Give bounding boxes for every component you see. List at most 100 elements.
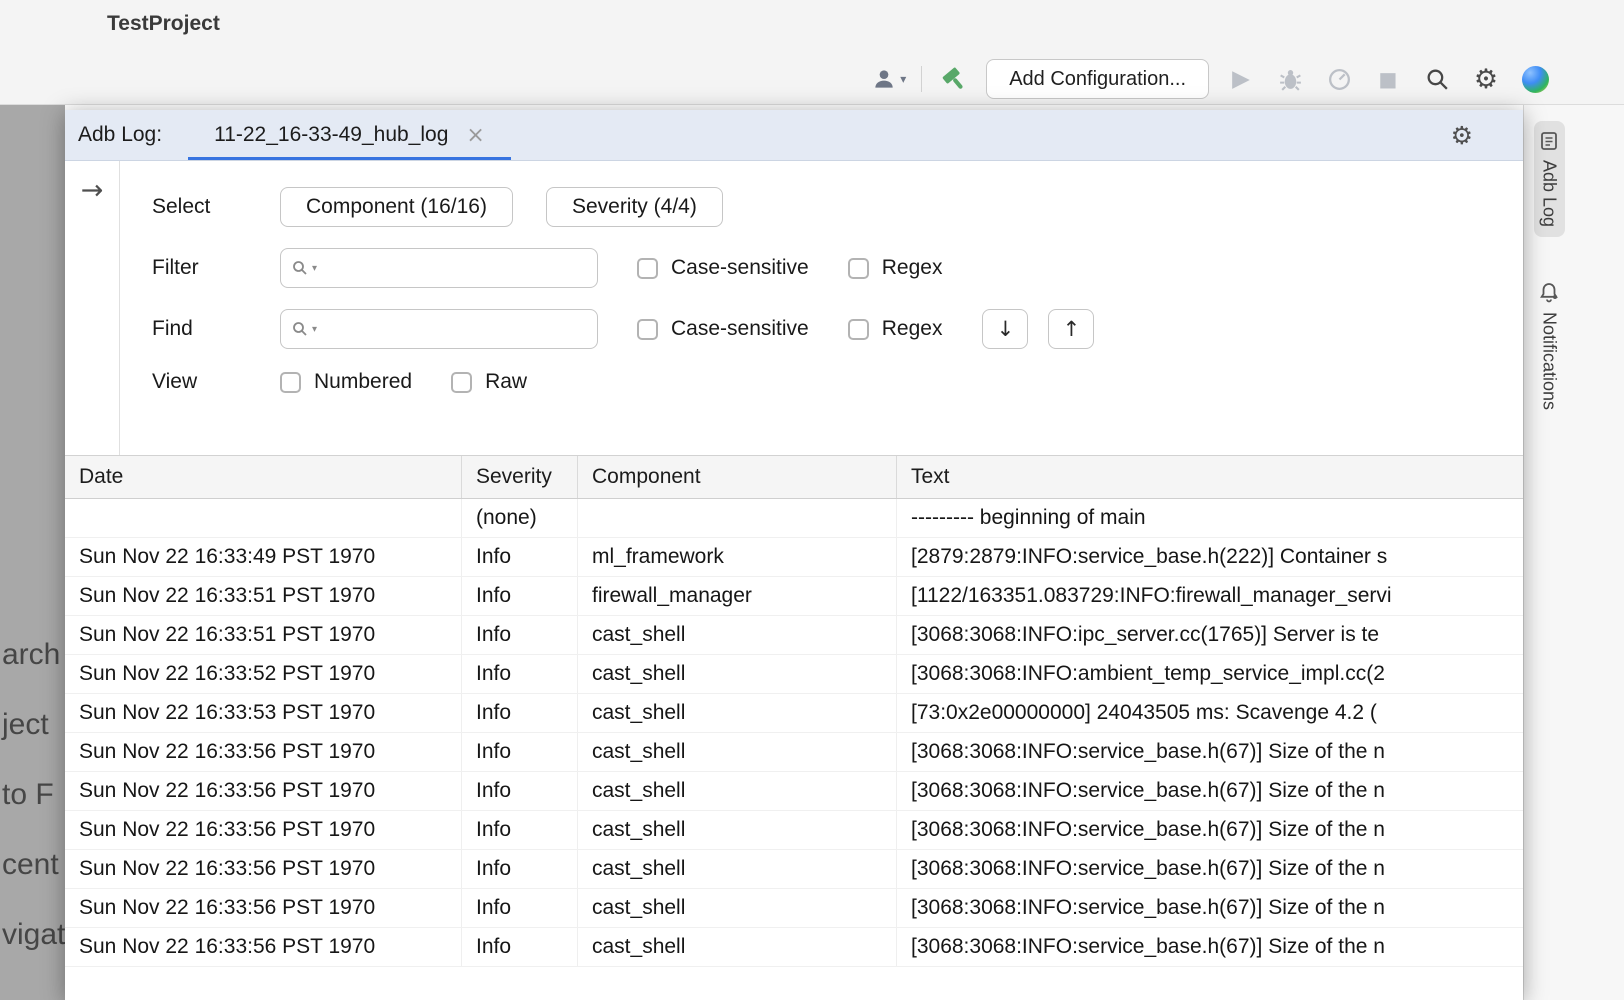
search-everywhere-button[interactable] bbox=[1420, 61, 1454, 97]
log-date-cell bbox=[65, 499, 462, 537]
log-row[interactable]: Sun Nov 22 16:33:49 PST 1970 Info ml_fra… bbox=[65, 538, 1523, 577]
find-label: Find bbox=[152, 317, 280, 341]
find-input[interactable] bbox=[320, 318, 587, 341]
log-text-cell: [3068:3068:INFO:service_base.h(67)] Size… bbox=[897, 733, 1523, 771]
log-row[interactable]: (none) --------- beginning of main bbox=[65, 499, 1523, 538]
column-header-date[interactable]: Date bbox=[65, 456, 462, 498]
background-text-fragment: vigat bbox=[2, 918, 65, 952]
filter-regex-group: Regex bbox=[848, 256, 943, 280]
right-toolwindow-bar: Adb Log Notifications bbox=[1523, 105, 1624, 1000]
filter-regex-checkbox[interactable] bbox=[848, 258, 869, 279]
log-row[interactable]: Sun Nov 22 16:33:56 PST 1970 Info cast_s… bbox=[65, 733, 1523, 772]
log-severity-cell: Info bbox=[462, 772, 578, 810]
bug-icon bbox=[1277, 66, 1304, 93]
column-header-component[interactable]: Component bbox=[578, 456, 897, 498]
log-table: Date Severity Component Text (none) ----… bbox=[65, 456, 1523, 1000]
log-row[interactable]: Sun Nov 22 16:33:51 PST 1970 Info cast_s… bbox=[65, 616, 1523, 655]
log-date-cell: Sun Nov 22 16:33:56 PST 1970 bbox=[65, 772, 462, 810]
select-row: Select Component (16/16) Severity (4/4) bbox=[152, 187, 1523, 227]
search-icon bbox=[291, 320, 309, 338]
log-row[interactable]: Sun Nov 22 16:33:52 PST 1970 Info cast_s… bbox=[65, 655, 1523, 694]
filter-label: Filter bbox=[152, 256, 280, 280]
bell-icon bbox=[1538, 281, 1560, 303]
log-date-cell: Sun Nov 22 16:33:52 PST 1970 bbox=[65, 655, 462, 693]
filter-row: Filter ▾ Case-sensitive Regex bbox=[152, 248, 1523, 288]
log-date-cell: Sun Nov 22 16:33:51 PST 1970 bbox=[65, 616, 462, 654]
log-row[interactable]: Sun Nov 22 16:33:51 PST 1970 Info firewa… bbox=[65, 577, 1523, 616]
profiler-button[interactable] bbox=[1322, 61, 1356, 97]
main-toolbar: ▾ Add Configuration... ▶ bbox=[871, 58, 1552, 100]
log-component-cell: cast_shell bbox=[578, 655, 897, 693]
find-case-sensitive-checkbox[interactable] bbox=[637, 319, 658, 340]
find-next-button[interactable]: ↓ bbox=[982, 309, 1028, 349]
search-options-caret-icon[interactable]: ▾ bbox=[312, 263, 317, 274]
log-component-cell: cast_shell bbox=[578, 694, 897, 732]
case-sensitive-label: Case-sensitive bbox=[671, 317, 809, 341]
log-severity-cell: Info bbox=[462, 694, 578, 732]
assistant-button[interactable] bbox=[1518, 61, 1552, 97]
log-severity-cell: Info bbox=[462, 538, 578, 576]
settings-button[interactable]: ⚙ bbox=[1469, 61, 1503, 97]
log-component-cell: firewall_manager bbox=[578, 577, 897, 615]
log-date-cell: Sun Nov 22 16:33:56 PST 1970 bbox=[65, 811, 462, 849]
log-date-cell: Sun Nov 22 16:33:56 PST 1970 bbox=[65, 733, 462, 771]
gauge-icon bbox=[1326, 66, 1353, 93]
dimmed-background-strip: arch ject to F cent vigat bbox=[0, 105, 65, 1000]
log-date-cell: Sun Nov 22 16:33:53 PST 1970 bbox=[65, 694, 462, 732]
component-filter-button[interactable]: Component (16/16) bbox=[280, 187, 513, 227]
filter-input[interactable] bbox=[320, 257, 587, 280]
find-row: Find ▾ Case-sensitive Regex ↓ ↑ bbox=[152, 309, 1523, 349]
debug-button[interactable] bbox=[1273, 61, 1307, 97]
tab-close-icon[interactable]: × bbox=[466, 123, 484, 148]
log-table-body: (none) --------- beginning of main Sun N… bbox=[65, 499, 1523, 1000]
filter-case-sensitive-group: Case-sensitive bbox=[637, 256, 809, 280]
log-row[interactable]: Sun Nov 22 16:33:53 PST 1970 Info cast_s… bbox=[65, 694, 1523, 733]
filter-gutter: → bbox=[65, 161, 120, 455]
log-file-tab[interactable]: 11-22_16-33-49_hub_log × bbox=[188, 110, 511, 160]
user-profile-button[interactable]: ▾ bbox=[871, 61, 906, 97]
find-case-sensitive-group: Case-sensitive bbox=[637, 317, 809, 341]
log-row[interactable]: Sun Nov 22 16:33:56 PST 1970 Info cast_s… bbox=[65, 811, 1523, 850]
log-text-cell: [3068:3068:INFO:service_base.h(67)] Size… bbox=[897, 889, 1523, 927]
log-severity-cell: Info bbox=[462, 850, 578, 888]
adb-log-panel-header: Adb Log: 11-22_16-33-49_hub_log × ⚙ bbox=[65, 110, 1523, 161]
find-previous-button[interactable]: ↑ bbox=[1048, 309, 1094, 349]
log-date-cell: Sun Nov 22 16:33:56 PST 1970 bbox=[65, 850, 462, 888]
filter-input-wrapper: ▾ bbox=[280, 248, 598, 288]
log-date-cell: Sun Nov 22 16:33:56 PST 1970 bbox=[65, 889, 462, 927]
log-component-cell: cast_shell bbox=[578, 772, 897, 810]
severity-filter-button[interactable]: Severity (4/4) bbox=[546, 187, 723, 227]
column-header-text[interactable]: Text bbox=[897, 456, 1523, 498]
find-regex-checkbox[interactable] bbox=[848, 319, 869, 340]
log-row[interactable]: Sun Nov 22 16:33:56 PST 1970 Info cast_s… bbox=[65, 772, 1523, 811]
collapse-filters-button[interactable]: → bbox=[81, 175, 104, 207]
stop-button[interactable]: ■ bbox=[1371, 61, 1405, 97]
log-row[interactable]: Sun Nov 22 16:33:56 PST 1970 Info cast_s… bbox=[65, 928, 1523, 967]
run-button[interactable]: ▶ bbox=[1224, 61, 1258, 97]
adb-log-panel: Adb Log: 11-22_16-33-49_hub_log × ⚙ → Se… bbox=[65, 110, 1523, 1000]
view-row: View Numbered Raw bbox=[152, 370, 1523, 394]
search-icon bbox=[291, 259, 309, 277]
toolwindow-tab-notifications[interactable]: Notifications bbox=[1533, 271, 1565, 420]
add-configuration-button[interactable]: Add Configuration... bbox=[986, 59, 1209, 99]
toolwindow-tab-adb-log[interactable]: Adb Log bbox=[1534, 121, 1565, 237]
numbered-label: Numbered bbox=[314, 370, 412, 394]
raw-checkbox[interactable] bbox=[451, 372, 472, 393]
active-tab-underline bbox=[188, 157, 511, 160]
filter-case-sensitive-checkbox[interactable] bbox=[637, 258, 658, 279]
log-severity-cell: Info bbox=[462, 889, 578, 927]
build-button[interactable] bbox=[937, 61, 971, 97]
regex-label: Regex bbox=[882, 256, 943, 280]
log-text-cell: [3068:3068:INFO:service_base.h(67)] Size… bbox=[897, 850, 1523, 888]
log-row[interactable]: Sun Nov 22 16:33:56 PST 1970 Info cast_s… bbox=[65, 850, 1523, 889]
log-row[interactable]: Sun Nov 22 16:33:56 PST 1970 Info cast_s… bbox=[65, 889, 1523, 928]
log-file-icon bbox=[1539, 131, 1559, 151]
title-bar: TestProject ▾ Add Configuration... ▶ bbox=[0, 0, 1624, 105]
numbered-checkbox[interactable] bbox=[280, 372, 301, 393]
filter-controls-area: → Select Component (16/16) Severity (4/4… bbox=[65, 161, 1523, 456]
search-options-caret-icon[interactable]: ▾ bbox=[312, 324, 317, 335]
raw-label: Raw bbox=[485, 370, 527, 394]
find-regex-group: Regex bbox=[848, 317, 943, 341]
panel-settings-button[interactable]: ⚙ bbox=[1451, 121, 1473, 150]
column-header-severity[interactable]: Severity bbox=[462, 456, 578, 498]
